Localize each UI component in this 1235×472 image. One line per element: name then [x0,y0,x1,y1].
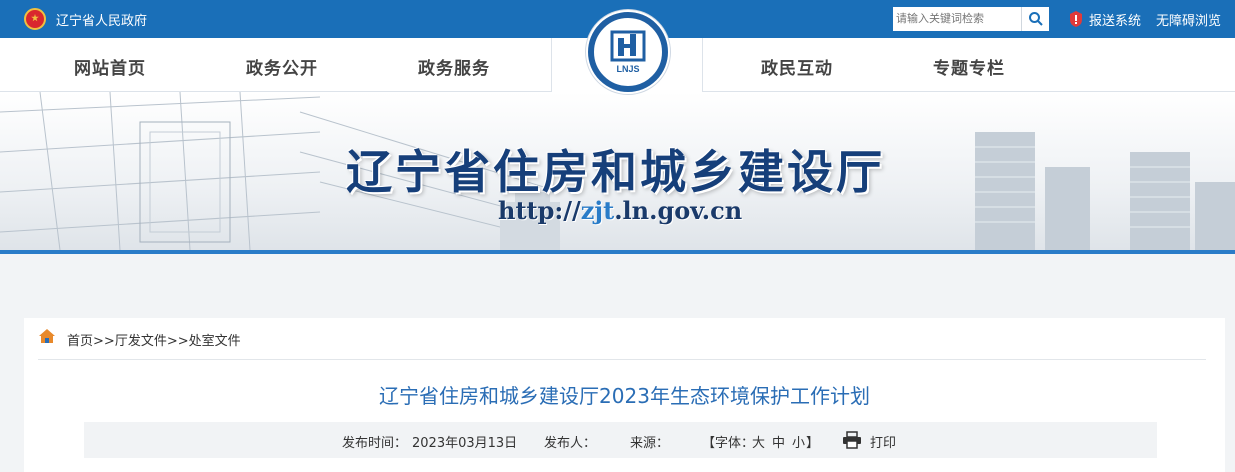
article-title: 辽宁省住房和城乡建设厅2023年生态环境保护工作计划 [379,384,870,408]
gov-link[interactable]: 辽宁省人民政府 [56,10,147,29]
nav-item-gov-services[interactable]: 政务服务 [418,54,490,79]
breadcrumb-separator: >> [93,334,115,349]
search-input[interactable] [893,7,1021,31]
breadcrumb-level2[interactable]: 处室文件 [189,334,241,349]
nav-item-gov-affairs[interactable]: 政务公开 [246,54,318,79]
article-meta-bar: 发布时间： 2023年03月13日 发布人： 来源： 【字体： 大 中 小 】 … [84,422,1157,458]
font-size-bracket-close: 】 [806,436,820,451]
publisher-label: 发布人： [544,436,597,451]
home-icon[interactable] [38,328,56,344]
report-system-link[interactable]: 报送系统 [1089,10,1141,29]
breadcrumb: 首页>>厅发文件>>处室文件 [67,330,241,349]
article-panel: 首页>>厅发文件>>处室文件 辽宁省住房和城乡建设厅2023年生态环境保护工作计… [24,318,1225,472]
accessibility-link[interactable]: 无障碍浏览 [1156,10,1221,29]
breadcrumb-divider [38,359,1206,360]
header-banner: 辽宁省住房和城乡建设厅 http://zjt.ln.gov.cn [0,92,1235,250]
site-title: 辽宁省住房和城乡建设厅 [346,145,885,199]
font-small-button[interactable]: 小 [792,432,805,451]
font-large-button[interactable]: 大 [752,432,765,451]
search-icon [1029,12,1043,26]
lnjs-logo-icon: LNJS [610,30,646,74]
banner-divider [0,250,1235,254]
logo-text: LNJS [616,64,639,74]
national-emblem-icon [24,8,46,30]
url-prefix: http:// [498,196,581,225]
print-button[interactable]: 打印 [870,432,896,451]
breadcrumb-separator: >> [166,334,189,349]
font-size-bracket-open: 【字体： [702,436,755,451]
nav-item-interaction[interactable]: 政民互动 [761,54,833,79]
search-button[interactable] [1021,7,1049,31]
nav-item-topics[interactable]: 专题专栏 [933,54,1005,79]
printer-icon[interactable] [842,431,862,449]
alert-icon [1070,11,1082,27]
publish-time: 2023年03月13日 [412,436,518,451]
publish-time-label: 发布时间： [342,436,408,451]
font-medium-button[interactable]: 中 [772,432,785,451]
nav-item-home[interactable]: 网站首页 [74,54,146,79]
breadcrumb-level1[interactable]: 厅发文件 [115,334,167,349]
breadcrumb-home[interactable]: 首页 [67,334,93,349]
department-logo[interactable]: LNJS [588,12,668,92]
source-label: 来源： [630,436,670,451]
url-highlight: zjt [580,196,615,225]
url-suffix: .ln.gov.cn [614,196,743,225]
site-url: http://zjt.ln.gov.cn [498,196,742,225]
